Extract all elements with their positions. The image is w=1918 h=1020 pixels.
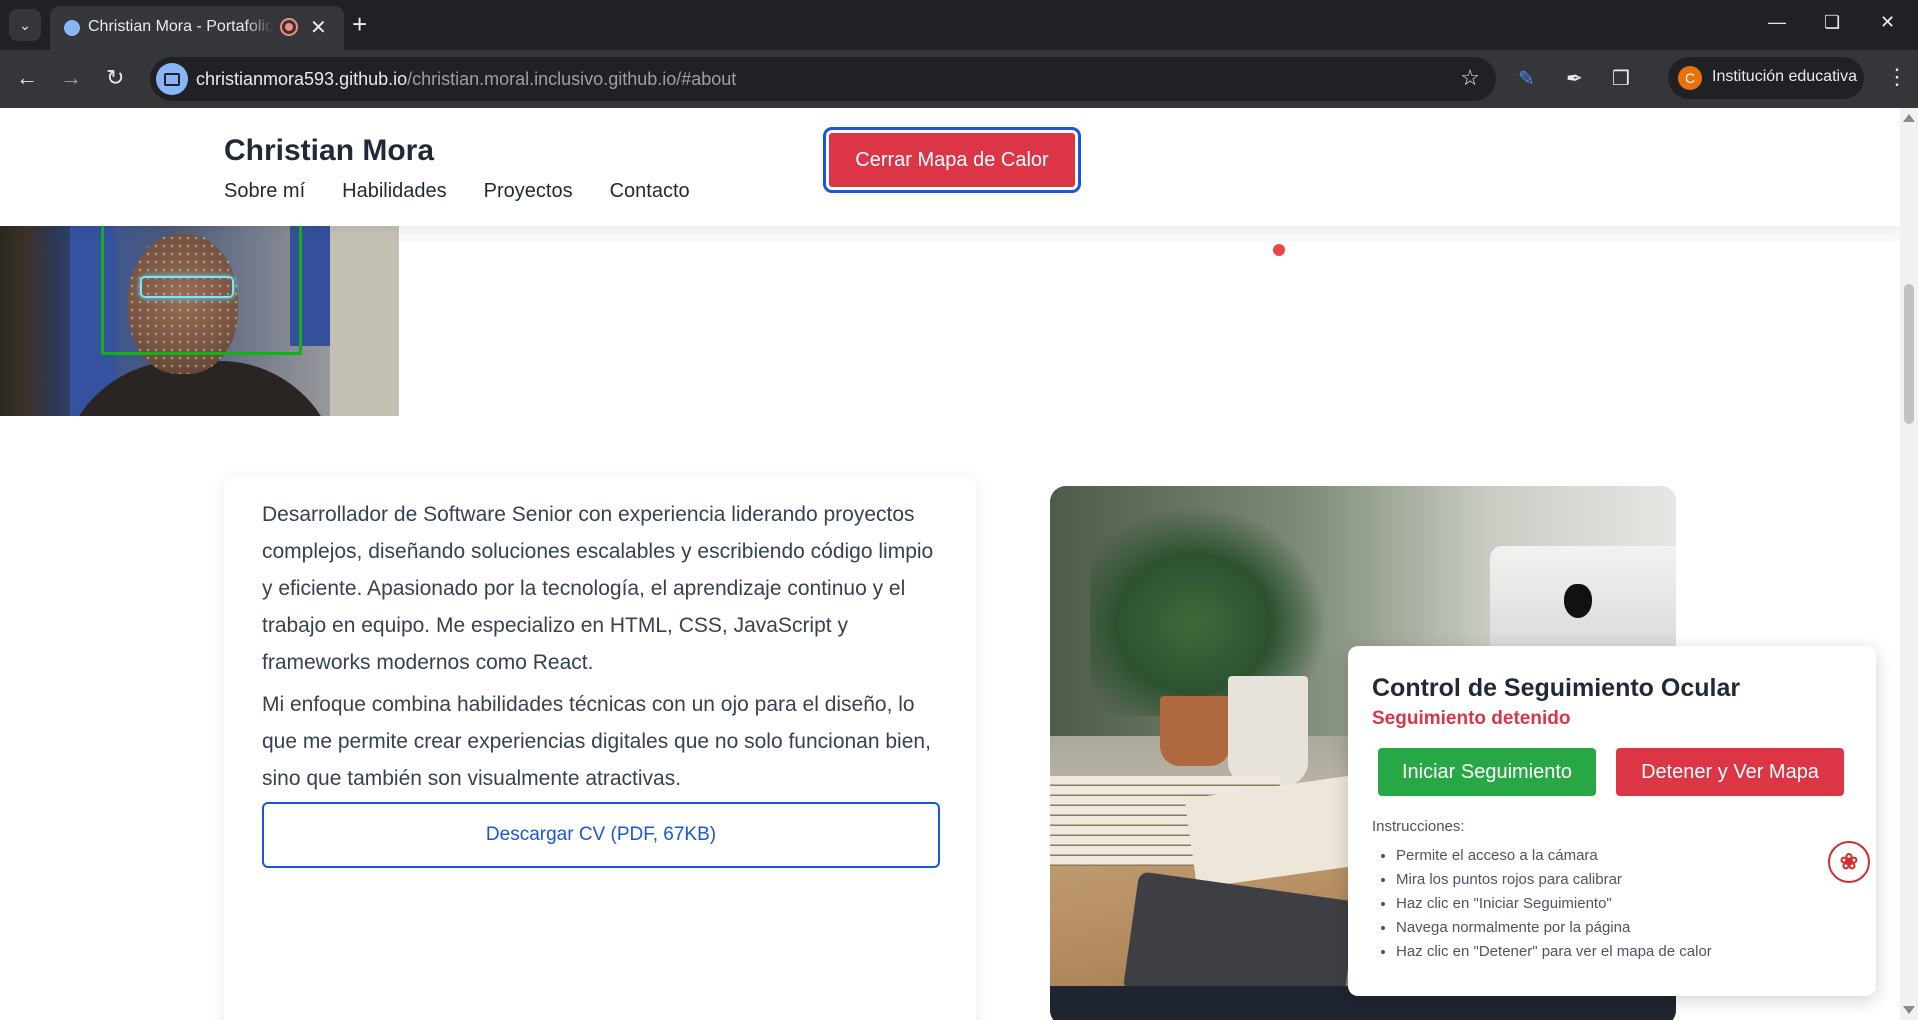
star-icon[interactable]: ☆ — [1460, 65, 1480, 91]
site-header: Christian Mora Sobre mí Habilidades Proy… — [0, 108, 1900, 226]
restore-icon[interactable]: ❏ — [1824, 12, 1840, 33]
eye-tracking-title: Control de Seguimiento Ocular — [1372, 674, 1741, 702]
globe-icon — [64, 20, 80, 36]
camera-icon[interactable] — [156, 63, 188, 95]
instruction-item: Mira los puntos rojos para calibrar — [1396, 868, 1712, 892]
photo-pot — [1228, 676, 1308, 786]
scrollbar-thumb[interactable] — [1904, 284, 1914, 424]
nav-link-proyectos[interactable]: Proyectos — [484, 180, 573, 203]
nav-link-contacto[interactable]: Contacto — [610, 180, 690, 203]
chevron-down-icon: ⌄ — [19, 16, 31, 33]
reload-icon[interactable]: ↻ — [106, 66, 124, 90]
tab-strip: ⌄ Christian Mora - Portafolio Inclusivo … — [0, 0, 1918, 50]
pen-extension-icon[interactable]: ✎ — [1518, 66, 1535, 91]
minimize-icon[interactable]: — — [1768, 12, 1786, 33]
close-heatmap-button[interactable]: Cerrar Mapa de Calor — [823, 127, 1081, 193]
tab-title: Christian Mora - Portafolio Inclusivo — [88, 18, 273, 35]
window-close-icon[interactable]: ✕ — [1880, 12, 1895, 33]
page-viewport: Christian Mora Sobre mí Habilidades Proy… — [0, 108, 1900, 1020]
download-cv-button[interactable]: Descargar CV (PDF, 67KB) — [262, 802, 940, 868]
new-tab-button[interactable]: + — [352, 10, 367, 38]
instruction-item: Haz clic en "Detener" para ver el mapa d… — [1396, 940, 1712, 964]
profile-button[interactable]: C Institución educativa — [1668, 57, 1864, 99]
webcam-wall — [330, 226, 399, 416]
eye-tracking-panel: Control de Seguimiento Ocular Seguimient… — [1348, 646, 1876, 996]
extensions-puzzle-icon[interactable]: ❒ — [1612, 66, 1630, 91]
nav-link-habilidades[interactable]: Habilidades — [342, 180, 447, 203]
forward-arrow-icon[interactable]: → — [60, 66, 82, 90]
about-card: Desarrollador de Software Senior con exp… — [224, 476, 976, 1020]
site-brand[interactable]: Christian Mora — [224, 134, 434, 168]
tab-search-button[interactable]: ⌄ — [9, 9, 41, 41]
acrobat-pdf-icon[interactable]: ❀ — [1828, 841, 1870, 883]
about-paragraph-1: Desarrollador de Software Senior con exp… — [262, 503, 934, 674]
photo-apple-logo — [1564, 584, 1592, 618]
stop-tracking-button[interactable]: Detener y Ver Mapa — [1616, 748, 1844, 796]
face-detection-box — [101, 226, 302, 355]
gaze-point-dot — [1273, 244, 1285, 256]
page-scrollbar[interactable] — [1900, 108, 1918, 1020]
avatar: C — [1678, 66, 1702, 90]
instructions-list: Permite el acceso a la cámara Mira los p… — [1372, 844, 1712, 964]
more-menu-icon[interactable]: ⋮ — [1886, 64, 1908, 90]
back-arrow-icon[interactable]: ← — [16, 66, 38, 90]
about-paragraph-2: Mi enfoque combina habilidades técnicas … — [262, 693, 931, 790]
eyedropper-extension-icon[interactable]: ✒ — [1566, 66, 1583, 91]
scroll-up-arrow-icon[interactable] — [1903, 114, 1915, 122]
address-bar[interactable]: christianmora593.github.io/christian.mor… — [150, 57, 1496, 101]
active-tab[interactable]: Christian Mora - Portafolio Inclusivo ✕ — [50, 6, 344, 50]
scroll-down-arrow-icon[interactable] — [1903, 1006, 1915, 1014]
photo-plant — [1090, 486, 1350, 716]
instructions-label: Instrucciones: — [1372, 818, 1465, 835]
eye-tracking-status: Seguimiento detenido — [1372, 708, 1571, 729]
start-tracking-button[interactable]: Iniciar Seguimiento — [1378, 748, 1596, 796]
browser-toolbar: ← → ↻ christianmora593.github.io/christi… — [0, 50, 1918, 108]
url-text[interactable]: christianmora593.github.io/christian.mor… — [196, 69, 736, 90]
instruction-item: Haz clic en "Iniciar Seguimiento" — [1396, 892, 1712, 916]
instruction-item: Permite el acceso a la cámara — [1396, 844, 1712, 868]
recording-icon — [280, 18, 298, 36]
tab-close-icon[interactable]: ✕ — [310, 15, 327, 40]
webcam-preview — [0, 226, 399, 416]
photo-pot — [1160, 696, 1230, 766]
profile-label: Institución educativa — [1712, 68, 1857, 85]
section-band — [400, 226, 1900, 242]
instruction-item: Navega normalmente por la página — [1396, 916, 1712, 940]
main-nav: Sobre mí Habilidades Proyectos Contacto — [224, 180, 690, 203]
nav-link-sobre-mi[interactable]: Sobre mí — [224, 180, 305, 203]
